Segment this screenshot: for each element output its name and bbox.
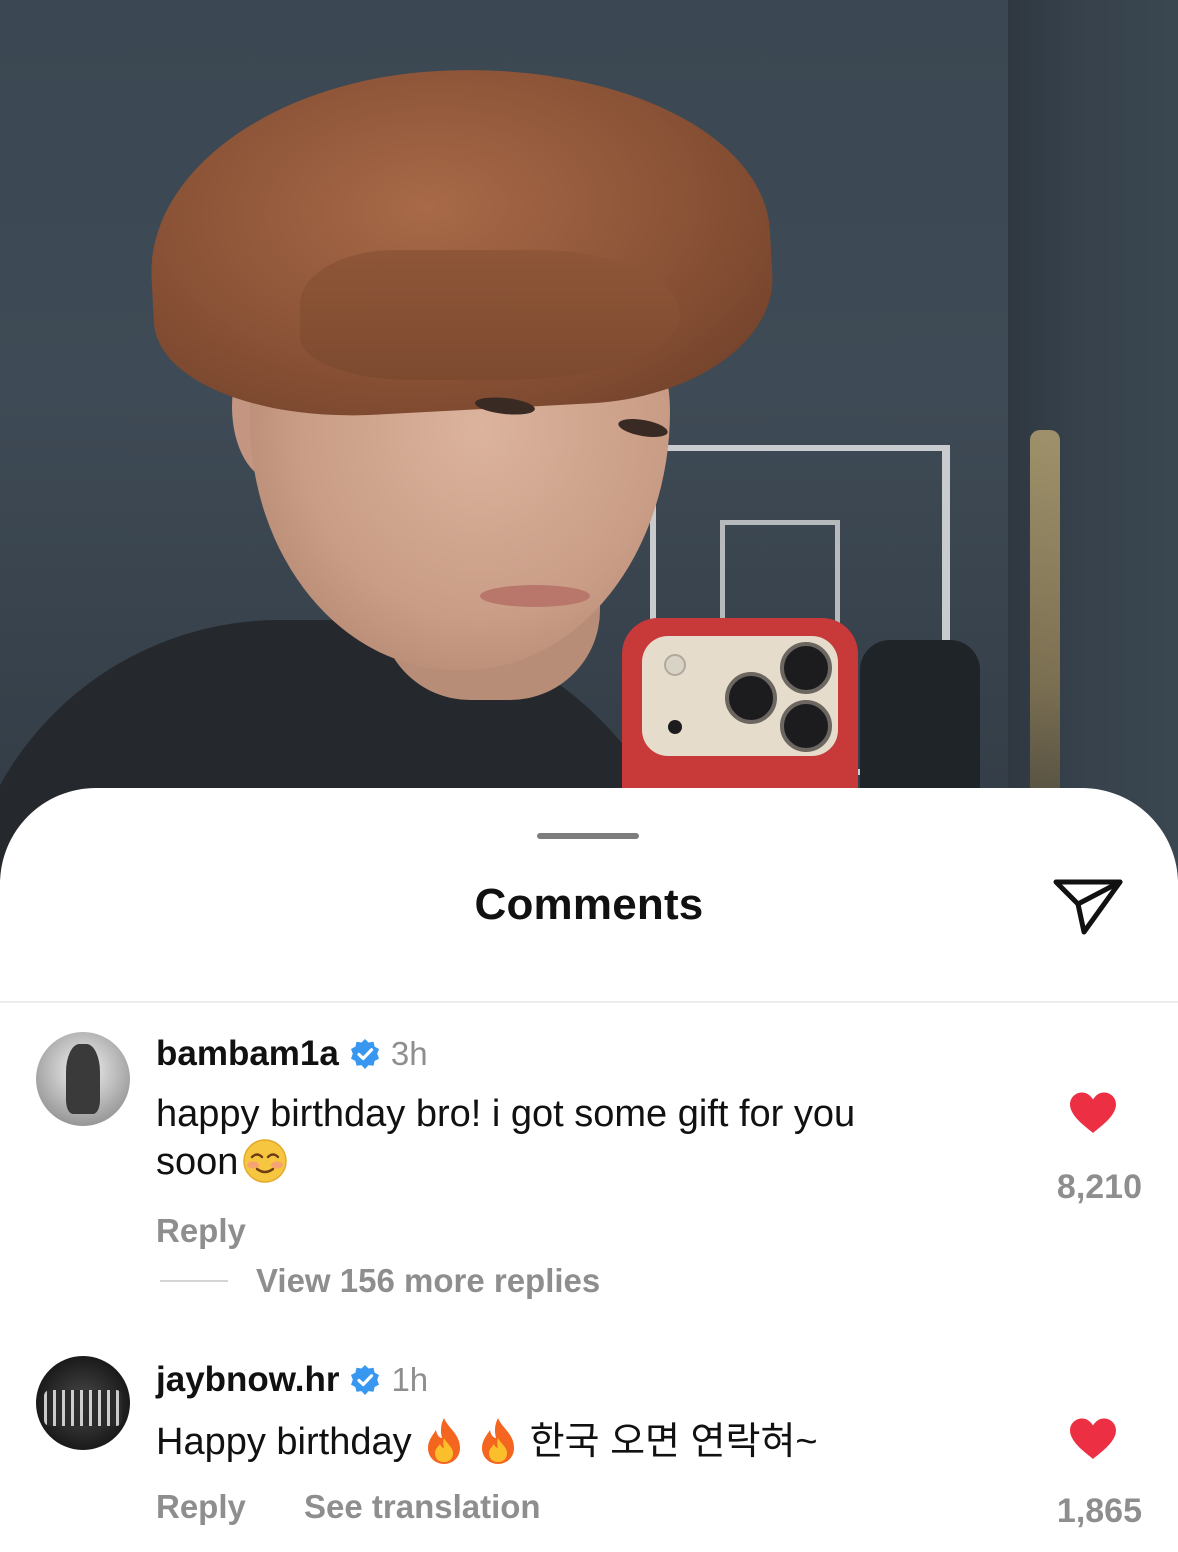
reply-button[interactable]: Reply [156, 1488, 246, 1526]
comment-text: Happy birthday 한국 오면 연락혀~ [156, 1416, 1016, 1466]
username[interactable]: bambam1a [156, 1034, 339, 1074]
like-count: 1,865 [1056, 1492, 1142, 1530]
header-divider [0, 1001, 1178, 1003]
send-icon[interactable] [1050, 874, 1126, 940]
smiling-blush-emoji-icon [243, 1139, 288, 1183]
heart-filled-icon[interactable] [1068, 1417, 1118, 1461]
comment-text: happy birthday bro! i got some gift for … [156, 1093, 856, 1183]
reply-button[interactable]: Reply [156, 1212, 246, 1250]
comments-sheet: Comments bambam1a 3h happy birthday bro!… [0, 788, 1178, 1552]
heart-filled-icon[interactable] [1068, 1091, 1118, 1135]
comment-header: bambam1a 3h [156, 1032, 428, 1076]
fire-emoji-icon [427, 1418, 460, 1464]
fire-emoji-icon [481, 1418, 514, 1464]
sheet-grabber-handle[interactable] [537, 833, 639, 839]
view-more-replies-button[interactable]: View 156 more replies [160, 1262, 600, 1300]
verified-badge-icon [350, 1039, 379, 1069]
avatar[interactable] [36, 1356, 130, 1450]
comment-header: jaybnow.hr 1h [156, 1358, 428, 1402]
like-count: 8,210 [1056, 1168, 1142, 1206]
comment-time: 1h [391, 1361, 429, 1398]
comment-time: 3h [390, 1035, 428, 1072]
see-translation-button[interactable]: See translation [304, 1488, 541, 1526]
avatar[interactable] [36, 1032, 130, 1126]
verified-badge-icon [351, 1365, 380, 1395]
instagram-comments-screen: Comments bambam1a 3h happy birthday bro!… [0, 0, 1178, 1552]
username[interactable]: jaybnow.hr [156, 1360, 339, 1400]
post-photo [0, 0, 1178, 880]
sheet-title: Comments [474, 880, 704, 929]
